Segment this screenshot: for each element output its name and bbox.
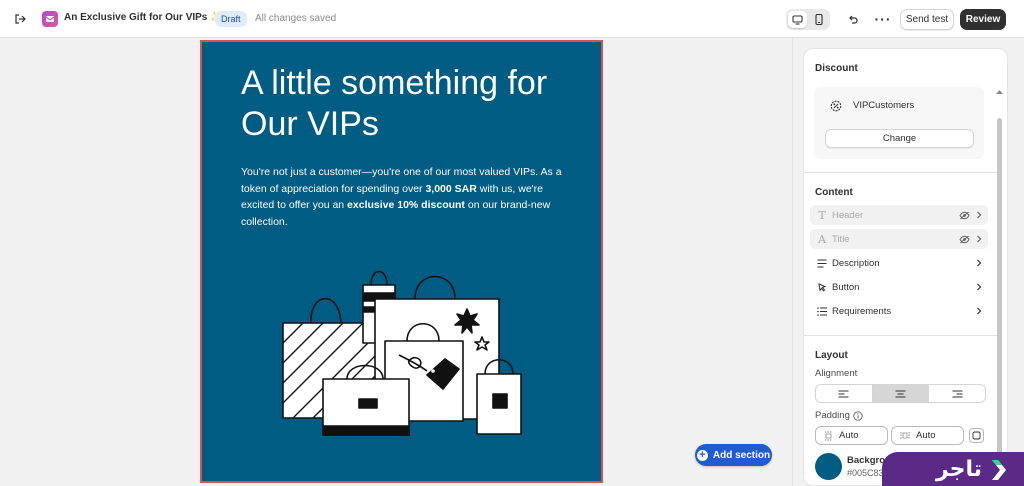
discount-icon xyxy=(830,100,842,112)
undo-button[interactable] xyxy=(842,9,862,29)
eye-hidden-icon xyxy=(958,233,970,245)
mobile-view-icon xyxy=(814,14,823,25)
send-test-button[interactable]: Send test xyxy=(900,9,954,30)
shopping-bags-illustration xyxy=(282,270,522,436)
content-item-requirements[interactable]: Requirements xyxy=(810,301,988,321)
divider xyxy=(804,335,997,336)
plus-icon: + xyxy=(696,449,708,461)
chevron-right-icon xyxy=(974,234,984,244)
settings-panel: Discount VIPCustomers Change Content T H… xyxy=(803,48,1008,486)
brand-mark-icon xyxy=(992,460,1006,480)
discount-name: VIPCustomers xyxy=(853,100,915,111)
padding-box-icon xyxy=(972,431,981,440)
padding-horizontal-value: Auto xyxy=(916,430,936,441)
more-icon: ··· xyxy=(874,11,892,27)
content-item-description[interactable]: Description xyxy=(810,253,988,273)
chevron-right-icon xyxy=(974,306,984,316)
alignment-label: Alignment xyxy=(815,368,857,379)
status-badge: Draft xyxy=(215,11,247,27)
more-button[interactable]: ··· xyxy=(873,9,893,29)
change-discount-button[interactable]: Change xyxy=(825,129,974,148)
review-button[interactable]: Review xyxy=(960,9,1006,30)
save-status: All changes saved xyxy=(255,13,337,24)
font-icon: A xyxy=(818,232,826,246)
padding-label-text: Padding xyxy=(815,410,850,421)
description-bold-discount: exclusive 10% discount xyxy=(347,199,465,211)
eye-hidden-icon xyxy=(958,209,970,221)
page-title: An Exclusive Gift for Our VIPs ✨ xyxy=(64,12,223,23)
cursor-click-icon xyxy=(816,281,828,293)
view-toggle xyxy=(786,9,830,30)
desktop-view-button[interactable] xyxy=(788,11,807,28)
text-icon: T xyxy=(818,208,826,222)
exit-icon xyxy=(15,14,26,24)
content-item-label: Title xyxy=(832,233,850,245)
alignment-label-text: Alignment xyxy=(815,368,858,379)
content-item-label: Requirements xyxy=(832,305,892,317)
content-item-label: Header xyxy=(832,209,864,221)
padding-vertical-input[interactable]: Auto xyxy=(815,426,888,445)
padding-vertical-icon xyxy=(825,431,832,440)
discount-heading: Discount xyxy=(815,63,858,74)
brand-logo: تاجر xyxy=(882,452,1024,486)
chevron-right-icon xyxy=(974,258,984,268)
list-icon xyxy=(816,305,828,317)
align-center-button[interactable] xyxy=(872,385,930,402)
top-bar: An Exclusive Gift for Our VIPs ✨ Draft A… xyxy=(0,0,1024,38)
email-description[interactable]: You're not just a customer—you're one of… xyxy=(241,164,571,230)
padding-vertical-value: Auto xyxy=(839,430,859,441)
info-icon[interactable] xyxy=(853,410,863,421)
align-right-icon xyxy=(952,390,963,397)
content-item-header[interactable]: T Header xyxy=(810,205,988,225)
description-bold-amount: 3,000 SAR xyxy=(425,182,477,195)
padding-horizontal-icon xyxy=(900,432,910,439)
background-color-swatch[interactable] xyxy=(815,453,842,480)
discount-card: VIPCustomers Change xyxy=(814,87,984,159)
brand-logo-text: تاجر xyxy=(935,456,982,482)
content-item-label: Description xyxy=(832,257,880,269)
padding-horizontal-input[interactable]: Auto xyxy=(891,426,964,445)
text-lines-icon xyxy=(816,257,828,269)
email-app-icon xyxy=(42,11,58,27)
add-section-button[interactable]: + Add section xyxy=(695,444,772,466)
scroll-up-arrow[interactable] xyxy=(995,89,1004,95)
align-right-button[interactable] xyxy=(929,385,985,402)
chevron-right-icon xyxy=(974,210,984,220)
content-heading: Content xyxy=(815,187,853,198)
mobile-view-button[interactable] xyxy=(809,11,828,28)
divider xyxy=(804,172,997,173)
alignment-segmented-control xyxy=(815,384,986,403)
padding-label: Padding xyxy=(815,410,863,421)
content-item-title[interactable]: A Title xyxy=(810,229,988,249)
chevron-right-icon xyxy=(974,282,984,292)
content-item-button[interactable]: Button xyxy=(810,277,988,297)
add-section-label: Add section xyxy=(712,449,771,461)
padding-individual-toggle[interactable] xyxy=(969,428,984,443)
layout-heading: Layout xyxy=(815,350,848,361)
undo-icon xyxy=(848,15,858,24)
email-title[interactable]: A little something for Our VIPs xyxy=(241,63,581,145)
desktop-view-icon xyxy=(792,14,803,25)
align-center-icon xyxy=(895,390,906,397)
align-left-button[interactable] xyxy=(816,385,873,402)
content-item-label: Button xyxy=(832,281,860,293)
exit-button[interactable] xyxy=(10,9,30,29)
background-value: #005C83 xyxy=(847,468,884,478)
email-section[interactable]: A little something for Our VIPs You're n… xyxy=(200,40,603,483)
align-left-icon xyxy=(838,390,849,397)
panel-scrollbar[interactable] xyxy=(997,118,1002,466)
